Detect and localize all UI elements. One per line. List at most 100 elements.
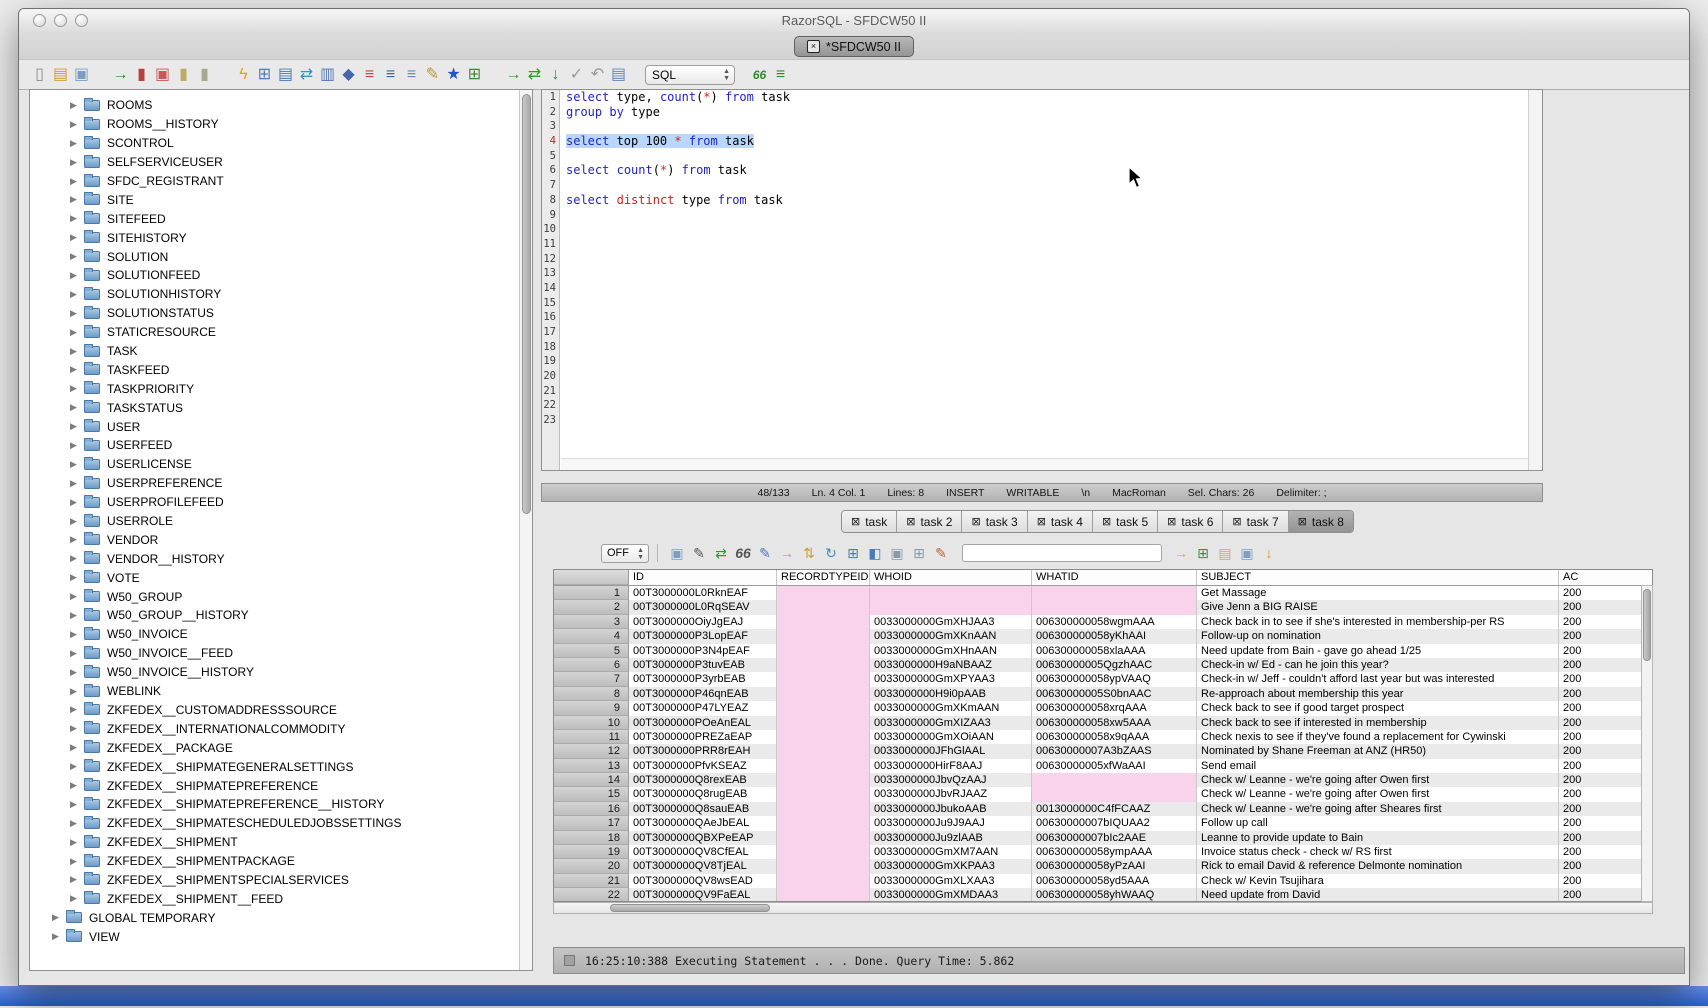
tab-close-icon[interactable]: ⊠ bbox=[1102, 515, 1111, 528]
disclosure-triangle-icon[interactable]: ▶ bbox=[70, 402, 84, 413]
new-file-icon[interactable]: ▯ bbox=[29, 65, 50, 85]
cell-id[interactable]: 00T3000000Q8sauEAB bbox=[629, 802, 777, 816]
cell-ac[interactable]: 200 bbox=[1559, 802, 1653, 816]
grid-vscroll-thumb[interactable] bbox=[1643, 589, 1651, 661]
tree-item-userfeed[interactable]: ▶USERFEED bbox=[30, 436, 518, 455]
disclosure-triangle-icon[interactable]: ▶ bbox=[70, 742, 84, 753]
disclosure-triangle-icon[interactable]: ▶ bbox=[70, 421, 84, 432]
tree-item-zkfedex-shipment-feed[interactable]: ▶ZKFEDEX__SHIPMENT__FEED bbox=[30, 889, 518, 908]
disclosure-triangle-icon[interactable]: ▶ bbox=[70, 440, 84, 451]
grid-row[interactable]: 900T3000000P47LYEAZ0033000000GmXKmAAN006… bbox=[554, 701, 1652, 715]
row-number-cell[interactable]: 2 bbox=[554, 600, 629, 614]
new-connection-icon[interactable]: ▮ bbox=[173, 65, 194, 85]
statement-type-select[interactable]: SQL ▲▼ bbox=[645, 65, 735, 85]
code-line[interactable] bbox=[561, 252, 1528, 267]
tree-item-solution[interactable]: ▶SOLUTION bbox=[30, 247, 518, 266]
database-browser-panel[interactable]: ▶ROOMS▶ROOMS__HISTORY▶SCONTROL▶SELFSERVI… bbox=[29, 89, 533, 971]
cell-subject[interactable]: Need update from David bbox=[1197, 888, 1559, 902]
grid-row[interactable]: 200T3000000L0RqSEAVGive Jenn a BIG RAISE… bbox=[554, 600, 1652, 614]
tree-item-zkfedex-shipmentspecialservices[interactable]: ▶ZKFEDEX__SHIPMENTSPECIALSERVICES bbox=[30, 871, 518, 890]
code-line[interactable] bbox=[561, 149, 1528, 164]
row-number-cell[interactable]: 1 bbox=[554, 586, 629, 600]
cell-ac[interactable]: 200 bbox=[1559, 787, 1653, 801]
disclosure-triangle-icon[interactable]: ▶ bbox=[70, 194, 84, 205]
row-number-cell[interactable]: 3 bbox=[554, 615, 629, 629]
cell-whatid[interactable]: 006300000058yPzAAI bbox=[1032, 859, 1197, 873]
tree-item-staticresource[interactable]: ▶STATICRESOURCE bbox=[30, 323, 518, 342]
row-number-cell[interactable]: 22 bbox=[554, 888, 629, 902]
row-number-cell[interactable]: 21 bbox=[554, 874, 629, 888]
cell-recordtypeid[interactable] bbox=[777, 730, 870, 744]
cell-recordtypeid[interactable] bbox=[777, 773, 870, 787]
grid-row[interactable]: 1000T3000000POeAnEAL0033000000GmXIZAA300… bbox=[554, 716, 1652, 730]
tree-item-zkfedex-shipmatepreference[interactable]: ▶ZKFEDEX__SHIPMATEPREFERENCE bbox=[30, 776, 518, 795]
row-number-cell[interactable]: 4 bbox=[554, 629, 629, 643]
disclosure-triangle-icon[interactable]: ▶ bbox=[70, 251, 84, 262]
tree-item-sitehistory[interactable]: ▶SITEHISTORY bbox=[30, 228, 518, 247]
cell-whatid[interactable]: 006300000058yKhAAI bbox=[1032, 629, 1197, 643]
cell-whoid[interactable]: 0033000000GmXHJAA3 bbox=[870, 615, 1032, 629]
disclosure-triangle-icon[interactable]: ▶ bbox=[70, 327, 84, 338]
tree-item-taskfeed[interactable]: ▶TASKFEED bbox=[30, 360, 518, 379]
column-header-whatid[interactable]: WHATID bbox=[1032, 570, 1197, 585]
tab-close-icon[interactable]: ⊠ bbox=[1037, 515, 1046, 528]
tree-item-solutionstatus[interactable]: ▶SOLUTIONSTATUS bbox=[30, 304, 518, 323]
disclosure-triangle-icon[interactable]: ▶ bbox=[70, 157, 84, 168]
tree-item-vendor-history[interactable]: ▶VENDOR__HISTORY bbox=[30, 549, 518, 568]
tree-item-user[interactable]: ▶USER bbox=[30, 417, 518, 436]
row-number-cell[interactable]: 20 bbox=[554, 859, 629, 873]
tree-item-site[interactable]: ▶SITE bbox=[30, 190, 518, 209]
cell-ac[interactable]: 200 bbox=[1559, 730, 1653, 744]
row-number-cell[interactable]: 18 bbox=[554, 831, 629, 845]
cell-id[interactable]: 00T3000000P46qnEAB bbox=[629, 687, 777, 701]
code-line[interactable] bbox=[561, 354, 1528, 369]
fetch-icon[interactable]: ↓ bbox=[545, 65, 566, 85]
disclosure-triangle-icon[interactable]: ▶ bbox=[70, 610, 84, 621]
row-number-cell[interactable]: 19 bbox=[554, 845, 629, 859]
cell-id[interactable]: 00T3000000P47LYEAZ bbox=[629, 701, 777, 715]
disclosure-triangle-icon[interactable]: ▶ bbox=[70, 478, 84, 489]
tab-close-icon[interactable]: ⊠ bbox=[906, 515, 915, 528]
tree-item-userrole[interactable]: ▶USERROLE bbox=[30, 512, 518, 531]
rollback-icon[interactable]: ↶ bbox=[587, 65, 608, 85]
disclosure-triangle-icon[interactable]: ▶ bbox=[70, 704, 84, 715]
cell-whatid[interactable]: 006300000058yhWAAQ bbox=[1032, 888, 1197, 902]
cell-recordtypeid[interactable] bbox=[777, 859, 870, 873]
row-number-cell[interactable]: 12 bbox=[554, 744, 629, 758]
result-tab-task[interactable]: ⊠task bbox=[842, 511, 897, 532]
row-number-cell[interactable]: 8 bbox=[554, 687, 629, 701]
export-file-icon[interactable]: ▤ bbox=[275, 65, 296, 85]
cell-id[interactable]: 00T3000000PREZaEAP bbox=[629, 730, 777, 744]
tree-item-w50-invoice[interactable]: ▶W50_INVOICE bbox=[30, 625, 518, 644]
sidebar-vertical-scrollbar[interactable] bbox=[519, 90, 532, 970]
disclosure-triangle-icon[interactable]: ▶ bbox=[70, 874, 84, 885]
result-tab-task-5[interactable]: ⊠task 5 bbox=[1093, 511, 1158, 532]
grid-row[interactable]: 400T3000000P3LopEAF0033000000GmXKnAAN006… bbox=[554, 629, 1652, 643]
save-table-icon[interactable]: ▣ bbox=[1236, 544, 1258, 562]
row-number-cell[interactable]: 15 bbox=[554, 787, 629, 801]
open-file-icon[interactable]: ▤ bbox=[50, 65, 71, 85]
code-line[interactable] bbox=[561, 340, 1528, 355]
cell-id[interactable]: 00T3000000QV9FaEAL bbox=[629, 888, 777, 902]
cell-whoid[interactable]: 0033000000H9aNBAAZ bbox=[870, 658, 1032, 672]
cell-whoid[interactable]: 0033000000JFhGlAAL bbox=[870, 744, 1032, 758]
copy-rows-icon[interactable]: ▣ bbox=[886, 544, 908, 562]
grid-row[interactable]: 1100T3000000PREZaEAP0033000000GmXOiAAN00… bbox=[554, 730, 1652, 744]
row-number-cell[interactable]: 16 bbox=[554, 802, 629, 816]
cell-whatid[interactable]: 006300000058wgmAAA bbox=[1032, 615, 1197, 629]
grid-row[interactable]: 1400T3000000Q8rexEAB0033000000JbvQzAAJCh… bbox=[554, 773, 1652, 787]
result-tab-task-2[interactable]: ⊠task 2 bbox=[897, 511, 962, 532]
tree-item-zkfedex-shipmentpackage[interactable]: ▶ZKFEDEX__SHIPMENTPACKAGE bbox=[30, 852, 518, 871]
cell-id[interactable]: 00T3000000QBXPeEAP bbox=[629, 831, 777, 845]
titlebar[interactable]: RazorSQL - SFDCW50 II bbox=[19, 9, 1689, 33]
cell-ac[interactable]: 200 bbox=[1559, 672, 1653, 686]
cell-id[interactable]: 00T3000000Q8rexEAB bbox=[629, 773, 777, 787]
list-icon[interactable]: ≡ bbox=[359, 65, 380, 85]
cell-id[interactable]: 00T3000000QAeJbEAL bbox=[629, 816, 777, 830]
cell-subject[interactable]: Give Jenn a BIG RAISE bbox=[1197, 600, 1559, 614]
cell-whatid[interactable]: 0013000000C4fFCAAZ bbox=[1032, 802, 1197, 816]
cell-id[interactable]: 00T3000000P3N4pEAF bbox=[629, 644, 777, 658]
reload-table-icon[interactable]: ↻ bbox=[820, 544, 842, 562]
cell-whoid[interactable]: 0033000000GmXKPAA3 bbox=[870, 859, 1032, 873]
form-view-icon[interactable]: ⊞ bbox=[842, 544, 864, 562]
